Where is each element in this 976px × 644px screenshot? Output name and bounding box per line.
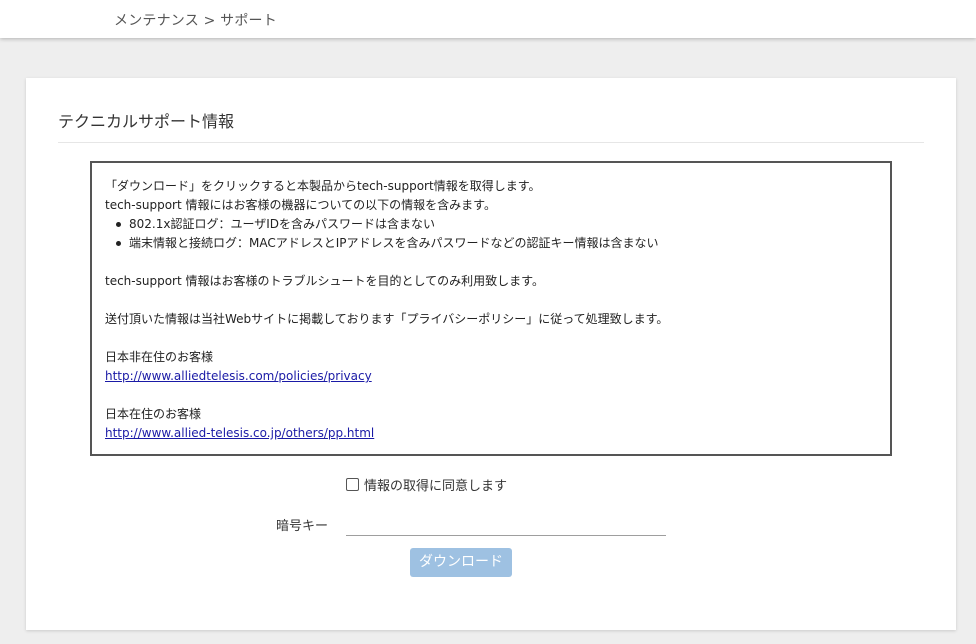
- bullet-icon: [116, 241, 121, 246]
- consent-label: 情報の取得に同意します: [364, 479, 508, 494]
- title-divider: [58, 142, 924, 143]
- support-card: テクニカルサポート情報 「ダウンロード」をクリックすると本製品からtech-su…: [26, 78, 956, 630]
- bullet-text: 802.1x認証ログ：ユーザIDを含みパスワードは含まない: [129, 217, 435, 231]
- non-japan-privacy-link[interactable]: http://www.alliedtelesis.com/policies/pr…: [105, 369, 372, 383]
- info-purpose: tech-support 情報はお客様のトラブルシュートを目的としてのみ利用致し…: [105, 274, 544, 288]
- list-item: 端末情報と接続ログ：MACアドレスとIPアドレスを含みパスワードなどの認証キー情…: [116, 234, 877, 253]
- top-bar: メンテナンス > サポート: [0, 0, 976, 38]
- encryption-key-label: 暗号キー: [276, 519, 329, 534]
- info-privacy: 送付頂いた情報は当社Webサイトに掲載しております「プライバシーポリシー」に従っ…: [105, 312, 669, 326]
- info-box: 「ダウンロード」をクリックすると本製品からtech-support情報を取得しま…: [90, 161, 892, 456]
- bullet-icon: [116, 222, 121, 227]
- japan-privacy-link[interactable]: http://www.allied-telesis.co.jp/others/p…: [105, 426, 374, 440]
- consent-row[interactable]: 情報の取得に同意します: [346, 475, 507, 494]
- download-button[interactable]: ダウンロード: [410, 548, 512, 577]
- page-title: テクニカルサポート情報: [58, 112, 235, 131]
- breadcrumb: メンテナンス > サポート: [114, 13, 277, 29]
- bullet-text: 端末情報と接続ログ：MACアドレスとIPアドレスを含みパスワードなどの認証キー情…: [129, 236, 659, 250]
- info-line-1: 「ダウンロード」をクリックすると本製品からtech-support情報を取得しま…: [105, 179, 541, 193]
- info-line-2: tech-support 情報にはお客様の機器についての以下の情報を含みます。: [105, 198, 496, 212]
- non-japan-label: 日本非在住のお客様: [105, 350, 214, 364]
- consent-checkbox[interactable]: [346, 478, 359, 491]
- japan-label: 日本在住のお客様: [105, 407, 202, 421]
- info-bullet-list: 802.1x認証ログ：ユーザIDを含みパスワードは含まない 端末情報と接続ログ：…: [105, 215, 877, 253]
- list-item: 802.1x認証ログ：ユーザIDを含みパスワードは含まない: [116, 215, 877, 234]
- encryption-key-input[interactable]: [346, 512, 666, 536]
